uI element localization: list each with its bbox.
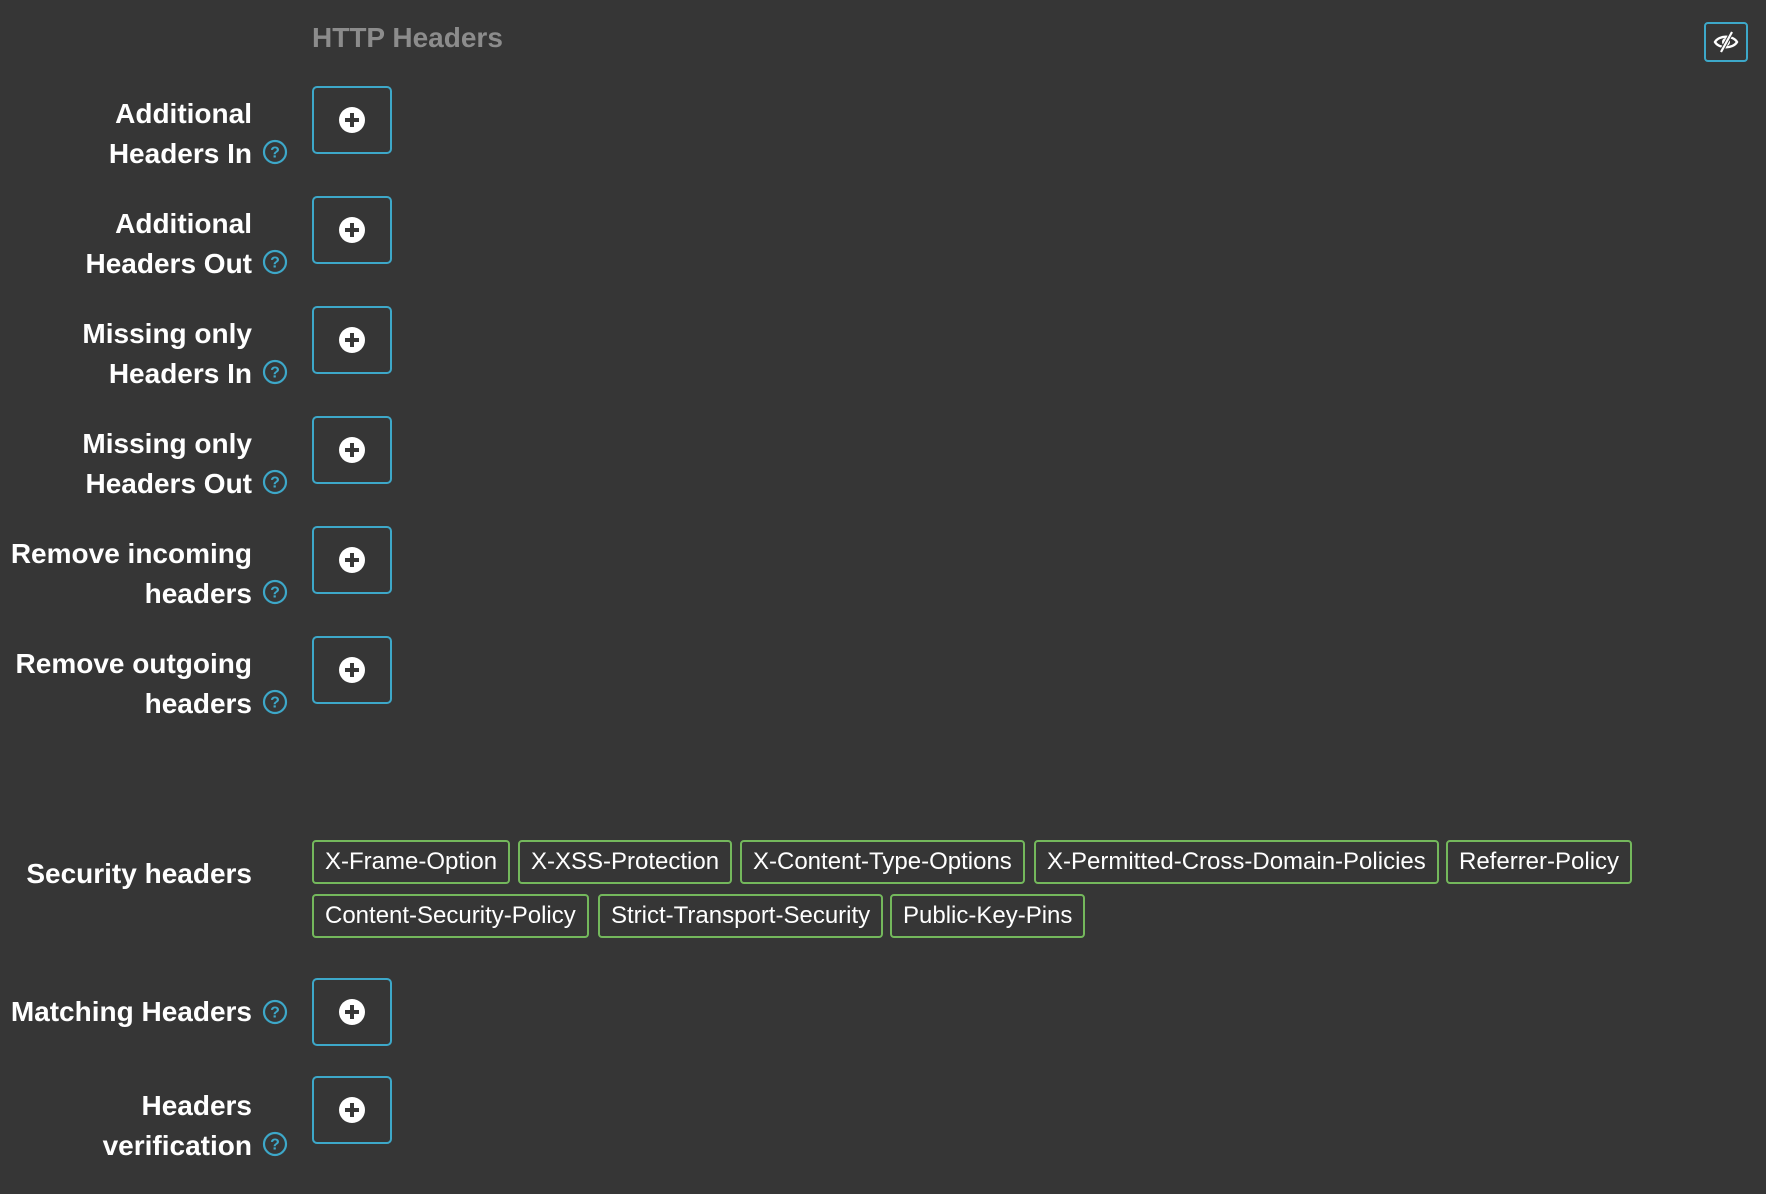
label-line-1: Missing only xyxy=(82,318,252,349)
field-label: Matching Headers xyxy=(0,992,252,1032)
plus-circle-icon xyxy=(339,327,365,353)
plus-circle-icon xyxy=(339,217,365,243)
svg-text:?: ? xyxy=(270,365,280,382)
field-label: Remove incoming headers xyxy=(0,534,252,614)
add-remove-incoming-button[interactable] xyxy=(312,526,392,594)
question-circle-icon[interactable]: ? xyxy=(262,249,288,275)
field-label: Missing only Headers In xyxy=(0,314,252,394)
add-headers-verification-button[interactable] xyxy=(312,1076,392,1144)
security-tag[interactable]: Content-Security-Policy xyxy=(312,894,589,938)
question-circle-icon[interactable]: ? xyxy=(262,999,288,1025)
label-line-2: Headers In xyxy=(108,138,252,169)
label-line-2: headers xyxy=(144,578,252,609)
question-circle-icon[interactable]: ? xyxy=(262,579,288,605)
svg-text:?: ? xyxy=(270,1137,280,1154)
question-circle-icon[interactable]: ? xyxy=(262,139,288,165)
label-line-2: verification xyxy=(102,1130,252,1161)
plus-circle-icon xyxy=(339,999,365,1025)
add-missing-header-out-button[interactable] xyxy=(312,416,392,484)
label-line-1: Security headers xyxy=(26,858,252,889)
field-label: Headers verification xyxy=(0,1086,252,1166)
field-label: Security headers xyxy=(0,854,252,894)
svg-text:?: ? xyxy=(270,695,280,712)
plus-circle-icon xyxy=(339,547,365,573)
field-label: Remove outgoing headers xyxy=(0,644,252,724)
question-circle-icon[interactable]: ? xyxy=(262,359,288,385)
label-line-1: Headers xyxy=(141,1090,252,1121)
add-missing-header-in-button[interactable] xyxy=(312,306,392,374)
security-tag[interactable]: Strict-Transport-Security xyxy=(598,894,884,938)
label-line-2: Headers Out xyxy=(85,248,253,279)
label-line-1: Remove incoming xyxy=(10,538,252,569)
field-label: Additional Headers In xyxy=(0,94,252,174)
security-tag[interactable]: Referrer-Policy xyxy=(1446,840,1633,884)
section-title: HTTP Headers xyxy=(312,22,503,53)
question-circle-icon[interactable]: ? xyxy=(262,1131,288,1157)
security-tag[interactable]: X-Frame-Option xyxy=(312,840,511,884)
security-tag[interactable]: X-Permitted-Cross-Domain-Policies xyxy=(1034,840,1439,884)
label-line-1: Additional xyxy=(115,98,252,129)
svg-text:?: ? xyxy=(270,585,280,602)
plus-circle-icon xyxy=(339,107,365,133)
label-line-1: Matching Headers xyxy=(10,996,252,1027)
plus-circle-icon xyxy=(339,657,365,683)
question-circle-icon[interactable]: ? xyxy=(262,469,288,495)
label-line-2: Headers Out xyxy=(85,468,253,499)
label-line-2: headers xyxy=(144,688,252,719)
svg-text:?: ? xyxy=(270,145,280,162)
label-line-1: Remove outgoing xyxy=(15,648,252,679)
add-remove-outgoing-button[interactable] xyxy=(312,636,392,704)
svg-text:?: ? xyxy=(270,1005,280,1022)
field-label: Missing only Headers Out xyxy=(0,424,252,504)
add-matching-header-button[interactable] xyxy=(312,978,392,1046)
question-circle-icon[interactable]: ? xyxy=(262,689,288,715)
visibility-toggle-button[interactable] xyxy=(1704,22,1748,62)
plus-circle-icon xyxy=(339,1097,365,1123)
add-header-in-button[interactable] xyxy=(312,86,392,154)
security-tag[interactable]: X-XSS-Protection xyxy=(518,840,733,884)
security-tag[interactable]: X-Content-Type-Options xyxy=(740,840,1025,884)
security-tag[interactable]: Public-Key-Pins xyxy=(890,894,1086,938)
svg-text:?: ? xyxy=(270,255,280,272)
add-header-out-button[interactable] xyxy=(312,196,392,264)
field-label: Additional Headers Out xyxy=(0,204,253,284)
svg-text:?: ? xyxy=(270,475,280,492)
label-line-1: Missing only xyxy=(82,428,252,459)
label-line-2: Headers In xyxy=(108,358,252,389)
http-headers-panel: HTTP Headers Additional Headers In ? Add… xyxy=(0,0,1766,1194)
plus-circle-icon xyxy=(339,437,365,463)
eye-slash-icon xyxy=(1713,31,1739,53)
label-line-1: Additional xyxy=(115,208,252,239)
